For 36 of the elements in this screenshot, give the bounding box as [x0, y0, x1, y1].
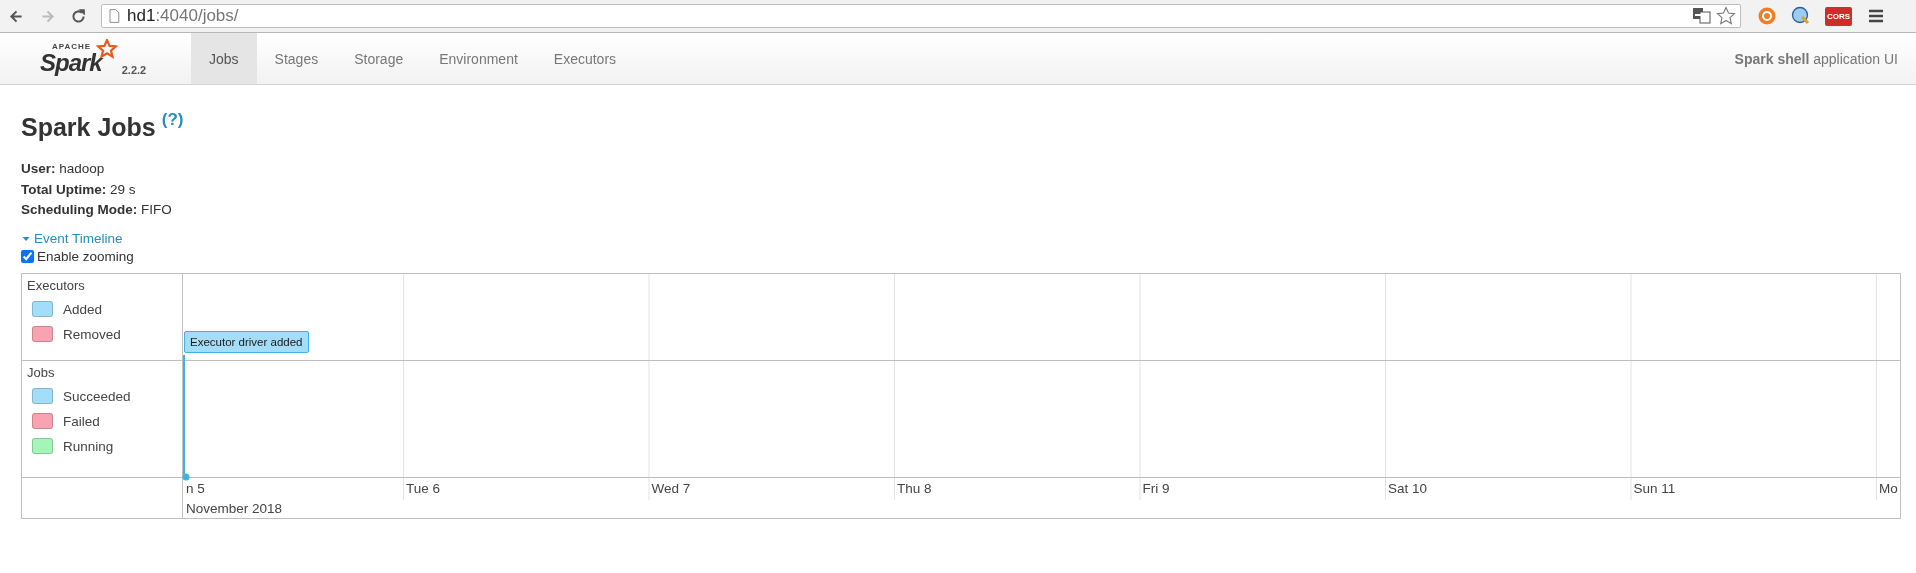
nav-tab[interactable]: Storage: [336, 33, 422, 84]
nav-tab[interactable]: Jobs: [191, 33, 257, 84]
group-label: Jobs: [27, 364, 56, 381]
timeline-toggle[interactable]: Event Timeline: [21, 229, 1896, 248]
checkbox-label[interactable]: Enable zooming: [37, 247, 134, 266]
version-label: 2.2.2: [121, 63, 147, 76]
axis-label: Sun 11: [1633, 479, 1677, 498]
nav-tab[interactable]: Stages: [256, 33, 337, 84]
logo-wordmark: Spark: [40, 50, 102, 75]
address-bar[interactable]: hd1:4040/jobs/: [101, 4, 1741, 28]
legend-label: Running: [63, 438, 114, 454]
axis-label: n 5: [186, 479, 206, 498]
legend-label: Succeeded: [63, 388, 131, 404]
nav-tab[interactable]: Executors: [535, 33, 635, 84]
url-text: hd1:4040/jobs/: [127, 6, 239, 26]
group-label: Executors: [27, 277, 86, 294]
axis-label: Mo: [1879, 479, 1899, 498]
legend-label: Removed: [63, 326, 121, 342]
legend-label: Failed: [63, 413, 100, 429]
page-title: Spark Jobs: [21, 112, 156, 143]
app-name: Spark shell application UI: [1734, 50, 1898, 67]
cors-badge[interactable]: CORS: [1825, 6, 1853, 26]
axis-label: Fri 9: [1142, 479, 1171, 498]
info-line: Total Uptime: 29 s: [21, 180, 137, 199]
nav-tab[interactable]: Environment: [421, 33, 536, 84]
legend-label: Added: [63, 301, 103, 317]
info-line: User: hadoop: [21, 160, 106, 178]
axis-label: Tue 6: [406, 479, 442, 498]
info-line: Scheduling Mode: FIFO: [21, 201, 173, 219]
axis-label: Thu 8: [897, 479, 933, 498]
event-item[interactable]: Executor driver added: [184, 330, 309, 353]
axis-label: Sat 10: [1388, 479, 1429, 498]
axis-label: November 2018: [186, 499, 284, 518]
help-link[interactable]: (?): [161, 109, 184, 131]
logo-caption: APACHE: [51, 42, 93, 51]
axis-label: Wed 7: [651, 479, 692, 498]
